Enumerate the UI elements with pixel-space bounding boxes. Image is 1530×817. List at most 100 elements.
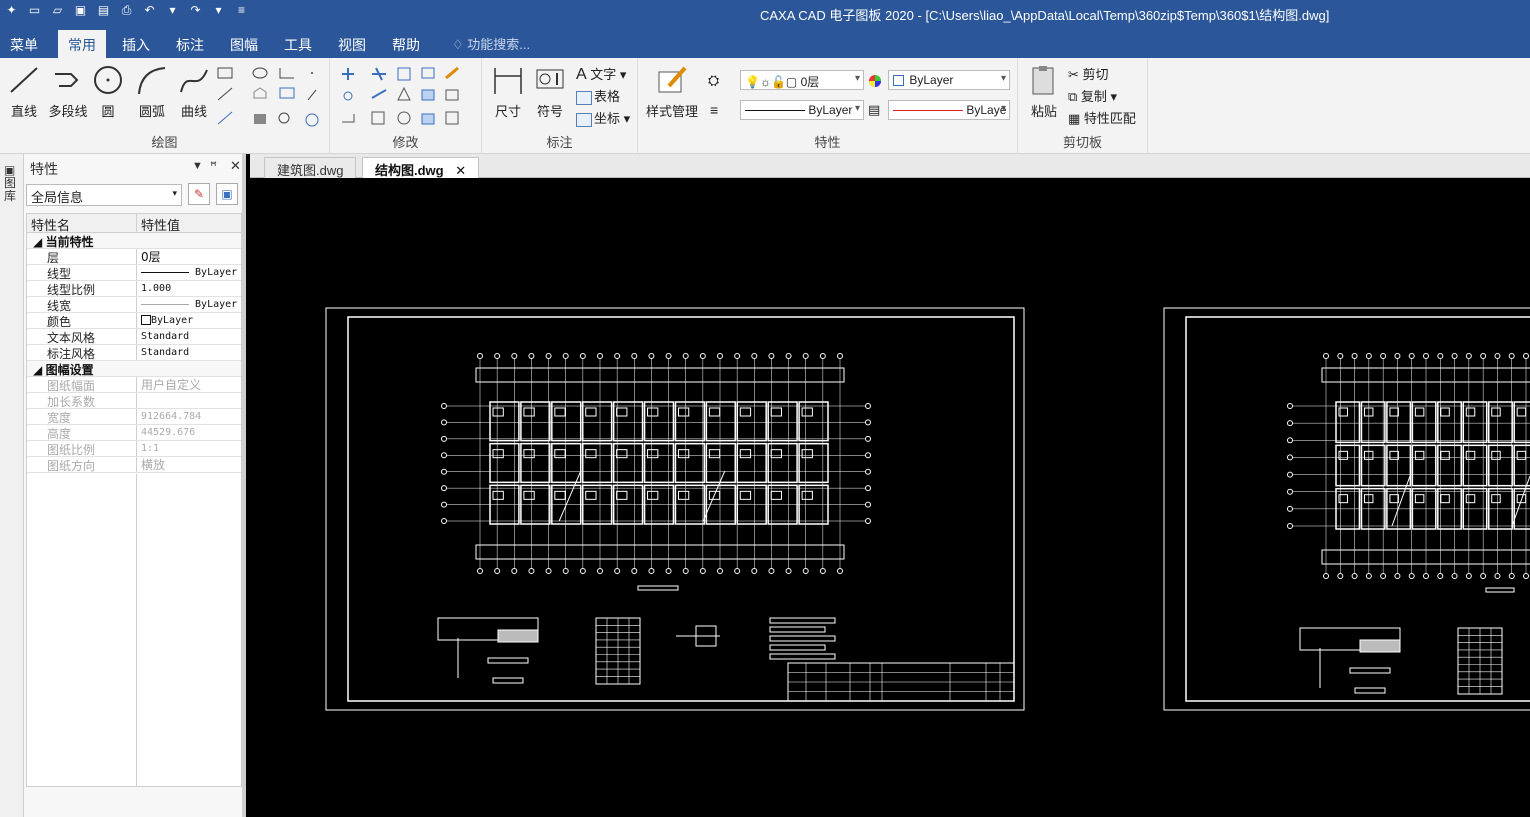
pin-icon[interactable]: ꟸ (210, 159, 217, 173)
prop-row-dim-style[interactable]: 标注风格 Standard (27, 345, 241, 361)
modify-tools-icons[interactable] (336, 64, 476, 132)
tab-tools[interactable]: 工具 (274, 33, 322, 57)
panel-menu-icon[interactable]: ▼ (192, 160, 203, 172)
redo-dropdown-icon[interactable]: ▾ (211, 3, 226, 18)
axis-bubble (1380, 353, 1387, 359)
line-button[interactable]: 直线 (2, 62, 46, 120)
polyline-button[interactable]: 多段线 (44, 62, 92, 120)
paste-button[interactable]: 粘贴 (1022, 62, 1066, 120)
room-detail (708, 407, 721, 417)
axis-bubble (785, 353, 792, 359)
section-sheet[interactable]: ◢ 图幅设置 (27, 361, 241, 377)
doc-tab-structure[interactable]: 结构图.dwg ✕ (362, 157, 480, 178)
prop-row-linetype[interactable]: 线型 ByLayer (27, 265, 241, 281)
tab-menu[interactable]: 菜单 (0, 33, 48, 57)
undo-icon[interactable]: ↶ (142, 3, 157, 18)
room-detail (1465, 494, 1476, 504)
text-button[interactable]: A 文字 ▾ (576, 64, 626, 84)
axis-bubble (1365, 573, 1372, 579)
prop-row-linetype-scale[interactable]: 线型比例 1.000 (27, 281, 241, 297)
axis-bubble (751, 568, 758, 574)
polyline-icon (55, 73, 79, 87)
line-icon (10, 67, 38, 93)
linetype-dropdown[interactable]: ByLayer (740, 100, 864, 120)
prop-row-lineweight[interactable]: 线宽 ByLayer (27, 297, 241, 313)
coordinate-icon (576, 112, 592, 127)
tab-insert[interactable]: 插入 (112, 33, 160, 57)
linetype-scale-icon[interactable]: ▤ (868, 102, 880, 118)
copy-button[interactable]: ⧉ 复制 ▾ (1068, 86, 1117, 105)
drawing-canvas[interactable] (250, 178, 1530, 817)
print-icon[interactable]: ⎙ (119, 3, 134, 18)
save-icon[interactable]: ▣ (73, 3, 88, 18)
pick-object-icon: ✎ (193, 187, 205, 201)
table-button[interactable]: 表格 (576, 86, 620, 105)
coordinate-button[interactable]: 坐标 ▾ (576, 108, 630, 127)
customize-qat-icon[interactable]: ≡ (234, 3, 249, 18)
room-detail (585, 449, 597, 459)
room-detail (616, 490, 628, 500)
arc-button[interactable]: 圆弧 (130, 62, 174, 120)
prop-row-layer[interactable]: 层 0层 (27, 249, 241, 265)
room-detail (708, 449, 721, 459)
axis-bubble (648, 568, 655, 574)
room-detail (647, 490, 659, 500)
save-all-icon[interactable]: ▤ (96, 3, 111, 18)
tab-annotate[interactable]: 标注 (166, 33, 214, 57)
lineweight-value: ByLaye (966, 103, 1007, 117)
lineweight-dropdown[interactable]: ByLaye (888, 100, 1010, 120)
tab-common[interactable]: 常用 (58, 30, 106, 58)
close-icon[interactable]: ✕ (230, 158, 241, 174)
symbol-button[interactable]: 符号 (528, 62, 572, 120)
draw-small-tools-icons[interactable] (214, 64, 326, 132)
axis-bubble (865, 403, 871, 409)
match-properties-button[interactable]: ▦ 特性匹配 (1068, 108, 1136, 127)
prop-row-width: 宽度 912664.784 (27, 409, 241, 425)
room-detail (677, 490, 690, 500)
circle-button[interactable]: 圆 (86, 62, 130, 120)
app-logo-icon[interactable]: ✦ (4, 3, 19, 18)
dimension-label: 尺寸 (494, 104, 521, 119)
title-bar: ✦ ▭ ▱ ▣ ▤ ⎙ ↶ ▾ ↷ ▾ ≡ CAXA CAD 电子图板 2020… (0, 0, 1530, 26)
undo-dropdown-icon[interactable]: ▾ (165, 3, 180, 18)
header-name: 特性名 (27, 214, 137, 233)
feature-search[interactable]: ♢ 功能搜索... (452, 34, 530, 53)
layer-manager-icon[interactable]: ⛭ (708, 72, 719, 89)
redo-icon[interactable]: ↷ (188, 3, 203, 18)
prop-value: 1.000 (141, 283, 172, 294)
quick-select-button[interactable]: ▣ (216, 183, 238, 205)
new-file-icon[interactable]: ▭ (27, 3, 42, 18)
layer-dropdown[interactable]: 💡☼🔓▢ 0层 (740, 70, 864, 90)
axis-bubble (865, 419, 871, 426)
style-manage-button[interactable]: 样式管理 (644, 62, 700, 120)
open-file-icon[interactable]: ▱ (50, 3, 65, 18)
curve-button[interactable]: 曲线 (172, 62, 216, 120)
properties-group: 样式管理 ⛭ ≡ 💡☼🔓▢ 0层 ByLayer ByLayer ▤ ByLay… (638, 58, 1018, 154)
tab-help[interactable]: 帮助 (382, 33, 430, 57)
pick-object-button[interactable]: ✎ (188, 183, 210, 205)
color-dropdown[interactable]: ByLayer (888, 70, 1010, 90)
room-detail (492, 490, 504, 500)
side-library-strip: ▣ 图库 (0, 154, 24, 817)
tab-sheet[interactable]: 图幅 (220, 33, 268, 57)
cut-button[interactable]: ✂ 剪切 (1068, 64, 1109, 83)
axis-bubble (865, 501, 871, 508)
dimension-button[interactable]: 尺寸 (486, 62, 530, 120)
close-tab-icon[interactable]: ✕ (455, 163, 466, 178)
style-manage-icon (658, 66, 687, 93)
color-wheel-icon[interactable] (868, 74, 882, 88)
axis-bubble (631, 568, 638, 574)
lineweight-icon[interactable]: ≡ (710, 102, 718, 118)
prop-row-text-style[interactable]: 文本风格 Standard (27, 329, 241, 345)
axis-bubble (785, 568, 792, 574)
prop-row-extend-factor: 加长系数 (27, 393, 241, 409)
axis-bubble (819, 568, 826, 574)
library-tab[interactable]: ▣ 图库 (4, 164, 20, 203)
axis-bubble (1351, 573, 1358, 579)
tab-view[interactable]: 视图 (328, 33, 376, 57)
detail-box (1349, 667, 1391, 674)
section-current[interactable]: ◢ 当前特性 (27, 233, 241, 249)
doc-tab-architecture[interactable]: 建筑图.dwg (264, 157, 357, 178)
object-type-combo[interactable]: 全局信息 ▾ (26, 184, 182, 206)
prop-row-color[interactable]: 颜色 ByLayer (27, 313, 241, 329)
